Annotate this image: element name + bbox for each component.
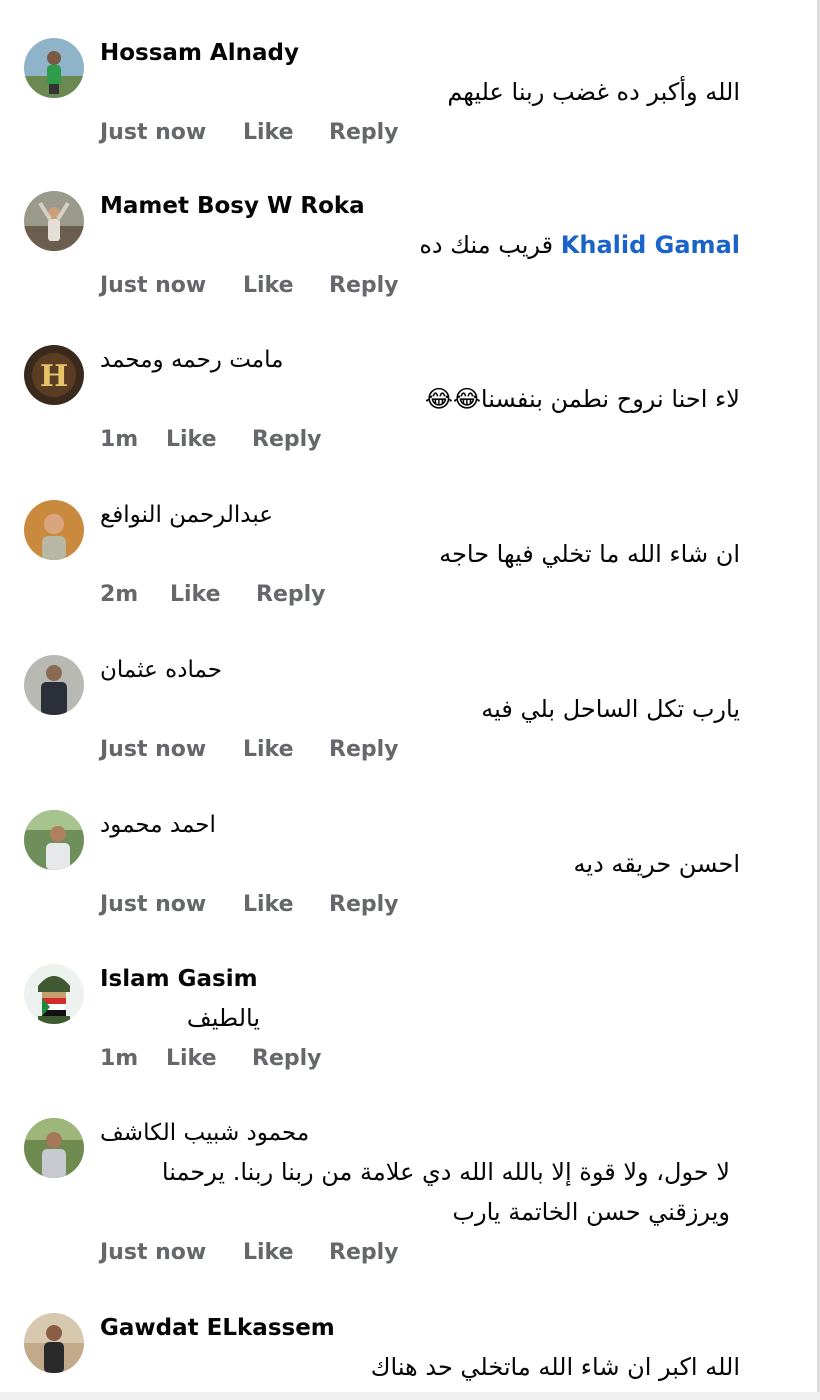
reply-button[interactable]: Reply	[329, 120, 399, 145]
avatar[interactable]	[24, 38, 84, 98]
profile-photo-icon	[24, 655, 84, 715]
commenter-name[interactable]: احمد محمود	[100, 810, 216, 840]
like-button[interactable]: Like	[166, 1046, 217, 1071]
avatar[interactable]	[24, 191, 84, 251]
like-button[interactable]: Like	[166, 427, 217, 452]
comment-text: احسن حريقه ديه	[100, 844, 740, 884]
like-button[interactable]: Like	[243, 892, 294, 917]
timestamp[interactable]: 1m	[100, 1046, 138, 1071]
profile-photo-icon	[24, 810, 84, 870]
comment-text: ان شاء الله ما تخلي فيها حاجه	[100, 534, 740, 574]
comment-body: لاء احنا نروح نطمن بنفسنا😂😂	[424, 385, 740, 413]
comment-item: Mamet Bosy W Roka Khalid Gamal قريب منك …	[0, 191, 800, 331]
timestamp[interactable]: Just now	[100, 737, 206, 762]
mention-link[interactable]: Khalid Gamal	[561, 231, 740, 259]
bottom-edge	[0, 1392, 820, 1400]
commenter-name[interactable]: عبدالرحمن النوافع	[100, 500, 273, 530]
timestamp[interactable]: Just now	[100, 273, 206, 298]
helmet-flag-icon	[24, 964, 84, 1024]
reply-button[interactable]: Reply	[329, 1240, 399, 1265]
profile-photo-icon	[24, 38, 84, 98]
comment-item: Hossam Alnady الله وأكبر ده غضب ربنا علي…	[0, 38, 800, 178]
comment-body: يالطيف	[186, 1004, 260, 1032]
timestamp[interactable]: Just now	[100, 892, 206, 917]
commenter-name[interactable]: Hossam Alnady	[100, 38, 299, 68]
like-button[interactable]: Like	[243, 737, 294, 762]
comment-text: يارب تكل الساحل بلي فيه	[100, 689, 740, 729]
commenter-name[interactable]: مامت رحمه ومحمد	[100, 345, 283, 375]
profile-photo-icon	[24, 191, 84, 251]
comment-text: يالطيف	[100, 998, 260, 1038]
profile-photo-icon	[24, 1313, 84, 1373]
like-button[interactable]: Like	[243, 120, 294, 145]
like-button[interactable]: Like	[243, 273, 294, 298]
timestamp[interactable]: 1m	[100, 427, 138, 452]
comment-text: لاء احنا نروح نطمن بنفسنا😂😂	[100, 379, 740, 419]
like-button[interactable]: Like	[243, 1240, 294, 1265]
reply-button[interactable]: Reply	[329, 737, 399, 762]
letter-h-logo-icon: H	[24, 345, 84, 405]
svg-text:H: H	[40, 359, 68, 394]
avatar[interactable]	[24, 655, 84, 715]
commenter-name[interactable]: Islam Gasim	[100, 964, 258, 994]
avatar[interactable]	[24, 500, 84, 560]
comment-body: الله اكبر ان شاء الله ماتخلي حد هناك	[370, 1353, 740, 1381]
commenter-name[interactable]: حماده عثمان	[100, 655, 222, 685]
timestamp[interactable]: Just now	[100, 120, 206, 145]
comment-item: H مامت رحمه ومحمد لاء احنا نروح نطمن بنف…	[0, 345, 800, 485]
avatar[interactable]	[24, 1118, 84, 1178]
comment-text: Khalid Gamal قريب منك ده	[100, 225, 740, 265]
profile-photo-icon	[24, 1118, 84, 1178]
reply-button[interactable]: Reply	[329, 273, 399, 298]
profile-photo-icon	[24, 500, 84, 560]
comment-item: محمود شبيب الكاشف لا حول، ولا قوة إلا با…	[0, 1118, 800, 1288]
avatar[interactable]: H	[24, 345, 84, 405]
reply-button[interactable]: Reply	[252, 427, 322, 452]
reply-button[interactable]: Reply	[256, 582, 326, 607]
comment-body: يارب تكل الساحل بلي فيه	[481, 695, 740, 723]
timestamp[interactable]: 2m	[100, 582, 138, 607]
timestamp[interactable]: Just now	[100, 1240, 206, 1265]
comment-body: الله وأكبر ده غضب ربنا عليهم	[447, 78, 740, 106]
commenter-name[interactable]: Mamet Bosy W Roka	[100, 191, 365, 221]
comment-text: الله وأكبر ده غضب ربنا عليهم	[100, 72, 740, 112]
comment-item: Gawdat ELkassem الله اكبر ان شاء الله ما…	[0, 1313, 800, 1393]
comment-body: احسن حريقه ديه	[573, 850, 740, 878]
comment-body: قريب منك ده	[419, 231, 554, 259]
avatar[interactable]	[24, 1313, 84, 1373]
comment-text: الله اكبر ان شاء الله ماتخلي حد هناك	[100, 1347, 740, 1387]
comment-body: ان شاء الله ما تخلي فيها حاجه	[439, 540, 740, 568]
reply-button[interactable]: Reply	[252, 1046, 322, 1071]
avatar[interactable]	[24, 964, 84, 1024]
comment-body: لا حول، ولا قوة إلا بالله الله دي علامة …	[161, 1158, 730, 1226]
like-button[interactable]: Like	[170, 582, 221, 607]
commenter-name[interactable]: محمود شبيب الكاشف	[100, 1118, 309, 1148]
comment-item: احمد محمود احسن حريقه ديه Just now Like …	[0, 810, 800, 950]
comment-item: Islam Gasim يالطيف 1m Like Reply	[0, 964, 800, 1104]
commenter-name[interactable]: Gawdat ELkassem	[100, 1313, 335, 1343]
comment-item: حماده عثمان يارب تكل الساحل بلي فيه Just…	[0, 655, 800, 795]
comment-text: لا حول، ولا قوة إلا بالله الله دي علامة …	[100, 1152, 730, 1232]
comment-item: عبدالرحمن النوافع ان شاء الله ما تخلي في…	[0, 500, 800, 640]
reply-button[interactable]: Reply	[329, 892, 399, 917]
avatar[interactable]	[24, 810, 84, 870]
